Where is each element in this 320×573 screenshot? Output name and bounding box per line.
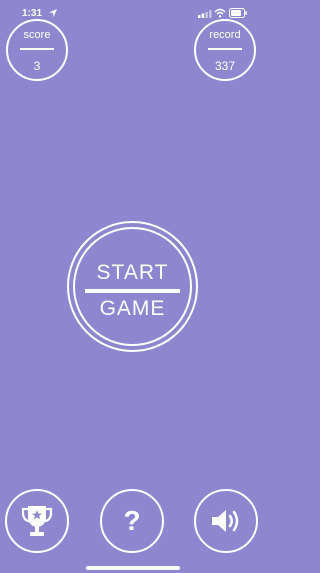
start-label: START xyxy=(96,261,169,284)
help-button[interactable]: ? xyxy=(100,489,164,553)
question-mark-icon: ? xyxy=(123,505,141,536)
record-divider xyxy=(208,48,242,50)
wifi-icon xyxy=(214,8,226,18)
score-value: 3 xyxy=(33,59,41,73)
record-label: record xyxy=(209,29,241,41)
home-indicator[interactable] xyxy=(86,566,180,570)
record-display: record 337 xyxy=(194,19,256,81)
cellular-signal-icon xyxy=(198,10,212,18)
start-game-inner-ring: START GAME xyxy=(73,227,192,346)
record-value: 337 xyxy=(214,59,236,73)
score-label: score xyxy=(23,29,51,41)
start-game-button[interactable]: START GAME xyxy=(67,221,198,352)
trophy-icon xyxy=(21,506,53,536)
speaker-icon xyxy=(212,510,239,532)
game-label: GAME xyxy=(99,297,166,320)
start-divider xyxy=(85,289,180,293)
score-display: score 3 xyxy=(6,19,68,81)
location-arrow-icon xyxy=(49,9,57,17)
sound-toggle-button[interactable] xyxy=(194,489,258,553)
leaderboard-button[interactable] xyxy=(5,489,69,553)
status-time: 1:31 xyxy=(22,8,43,19)
battery-icon xyxy=(229,8,247,18)
score-divider xyxy=(20,48,54,50)
